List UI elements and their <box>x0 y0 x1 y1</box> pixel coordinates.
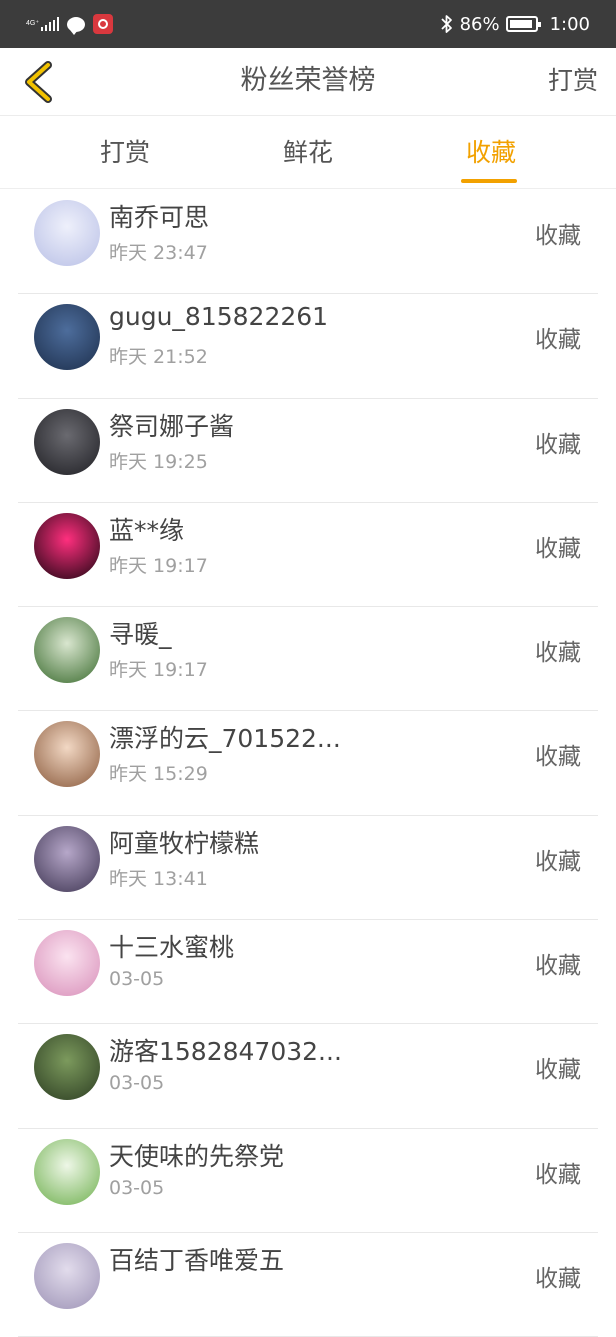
avatar <box>34 930 100 997</box>
fan-action: 收藏 <box>535 744 581 771</box>
clock: 1:00 <box>549 13 590 35</box>
message-icon <box>67 16 86 35</box>
fan-action: 收藏 <box>535 953 581 980</box>
tab-favorites-label: 收藏 <box>465 138 516 167</box>
fan-name: 阿童牧柠檬糕 <box>109 828 260 858</box>
fan-row[interactable]: 天使味的先祭党 03-05 收藏 <box>0 1129 616 1234</box>
battery-icon <box>505 16 541 32</box>
fan-time: 昨天 13:41 <box>109 867 208 890</box>
avatar <box>34 408 100 475</box>
nav-bar: 粉丝荣誉榜 打赏 <box>0 48 616 116</box>
chevron-left-icon <box>25 61 52 103</box>
fan-action: 收藏 <box>535 1161 581 1188</box>
fan-row[interactable]: 游客1582847032... 03-05 收藏 <box>0 1024 616 1129</box>
avatar <box>34 825 100 892</box>
fan-name: 寻暖_ <box>109 620 172 650</box>
fan-row[interactable]: 阿童牧柠檬糕 昨天 13:41 收藏 <box>0 816 616 921</box>
fan-row[interactable]: 祭司娜子酱 昨天 19:25 收藏 <box>0 399 616 504</box>
fan-action: 收藏 <box>535 223 581 249</box>
fan-row[interactable]: 百结丁香唯爱五 收藏 <box>0 1233 616 1337</box>
reward-button[interactable]: 打赏 <box>548 48 598 116</box>
fan-time: 昨天 19:17 <box>109 659 208 682</box>
bluetooth-icon <box>440 15 452 33</box>
app-notification-icon <box>93 14 114 34</box>
fan-name: 十三水蜜桃 <box>109 933 235 963</box>
tab-reward[interactable]: 打赏 <box>65 117 185 189</box>
page-title: 粉丝荣誉榜 <box>240 65 376 96</box>
fan-row[interactable]: 蓝**缘 昨天 19:17 收藏 <box>0 503 616 608</box>
signal-icon: 4G⁺ <box>26 17 60 31</box>
battery-percent: 86% <box>459 13 500 35</box>
avatar <box>34 721 100 788</box>
avatar <box>34 1138 100 1205</box>
fan-row[interactable]: 寻暖_ 昨天 19:17 收藏 <box>0 607 616 712</box>
fan-action: 收藏 <box>535 1057 581 1084</box>
network-label: 4G⁺ <box>26 20 40 27</box>
fan-action: 收藏 <box>535 535 581 562</box>
avatar <box>34 512 100 579</box>
fan-row[interactable]: 南乔可思 昨天 23:47 收藏 <box>0 190 616 295</box>
status-left: 4G⁺ <box>26 12 114 36</box>
avatar <box>34 1034 100 1101</box>
fan-row[interactable]: 十三水蜜桃 03-05 收藏 <box>0 920 616 1025</box>
fan-action: 收藏 <box>535 327 581 354</box>
fan-action: 收藏 <box>535 1265 581 1292</box>
fan-row[interactable]: 漂浮的云_701522... 昨天 15:29 收藏 <box>0 711 616 817</box>
fan-name: 百结丁香唯爱五 <box>109 1245 285 1275</box>
tab-bar: 打赏 鲜花 收藏 <box>0 117 616 189</box>
fan-time: 03-05 <box>109 1072 165 1095</box>
fan-time: 昨天 21:52 <box>109 346 208 369</box>
fan-name: 祭司娜子酱 <box>109 411 235 441</box>
tab-flowers[interactable]: 鲜花 <box>248 117 368 189</box>
fan-time: 昨天 23:47 <box>109 242 208 264</box>
fan-time: 03-05 <box>109 968 165 991</box>
fan-name: 游客1582847032... <box>109 1037 342 1067</box>
fan-name: 天使味的先祭党 <box>109 1141 285 1171</box>
status-right: 86% 1:00 <box>440 12 590 36</box>
fan-action: 收藏 <box>535 848 581 875</box>
fan-time: 昨天 19:17 <box>109 554 208 577</box>
fan-name: 蓝**缘 <box>109 515 185 545</box>
fan-name: 南乔可思 <box>109 203 210 232</box>
avatar <box>34 617 100 684</box>
fan-action: 收藏 <box>535 431 581 458</box>
fan-list: 南乔可思 昨天 23:47 收藏 gugu_815822261 昨天 21:52… <box>0 190 616 1337</box>
tab-active-indicator <box>461 179 517 183</box>
tab-favorites[interactable]: 收藏 <box>431 117 551 189</box>
avatar <box>34 304 100 371</box>
avatar <box>34 1242 100 1309</box>
fan-name: gugu_815822261 <box>109 302 329 332</box>
fan-action: 收藏 <box>535 640 581 667</box>
status-bar: 4G⁺ 86% 1:00 <box>0 0 616 48</box>
fan-time: 昨天 19:25 <box>109 450 208 473</box>
fan-row[interactable]: gugu_815822261 昨天 21:52 收藏 <box>0 294 616 399</box>
fan-name: 漂浮的云_701522... <box>109 724 341 754</box>
fan-time: 昨天 15:29 <box>109 763 208 786</box>
back-button[interactable] <box>10 54 66 110</box>
fan-time: 03-05 <box>109 1176 165 1199</box>
avatar <box>34 200 100 266</box>
